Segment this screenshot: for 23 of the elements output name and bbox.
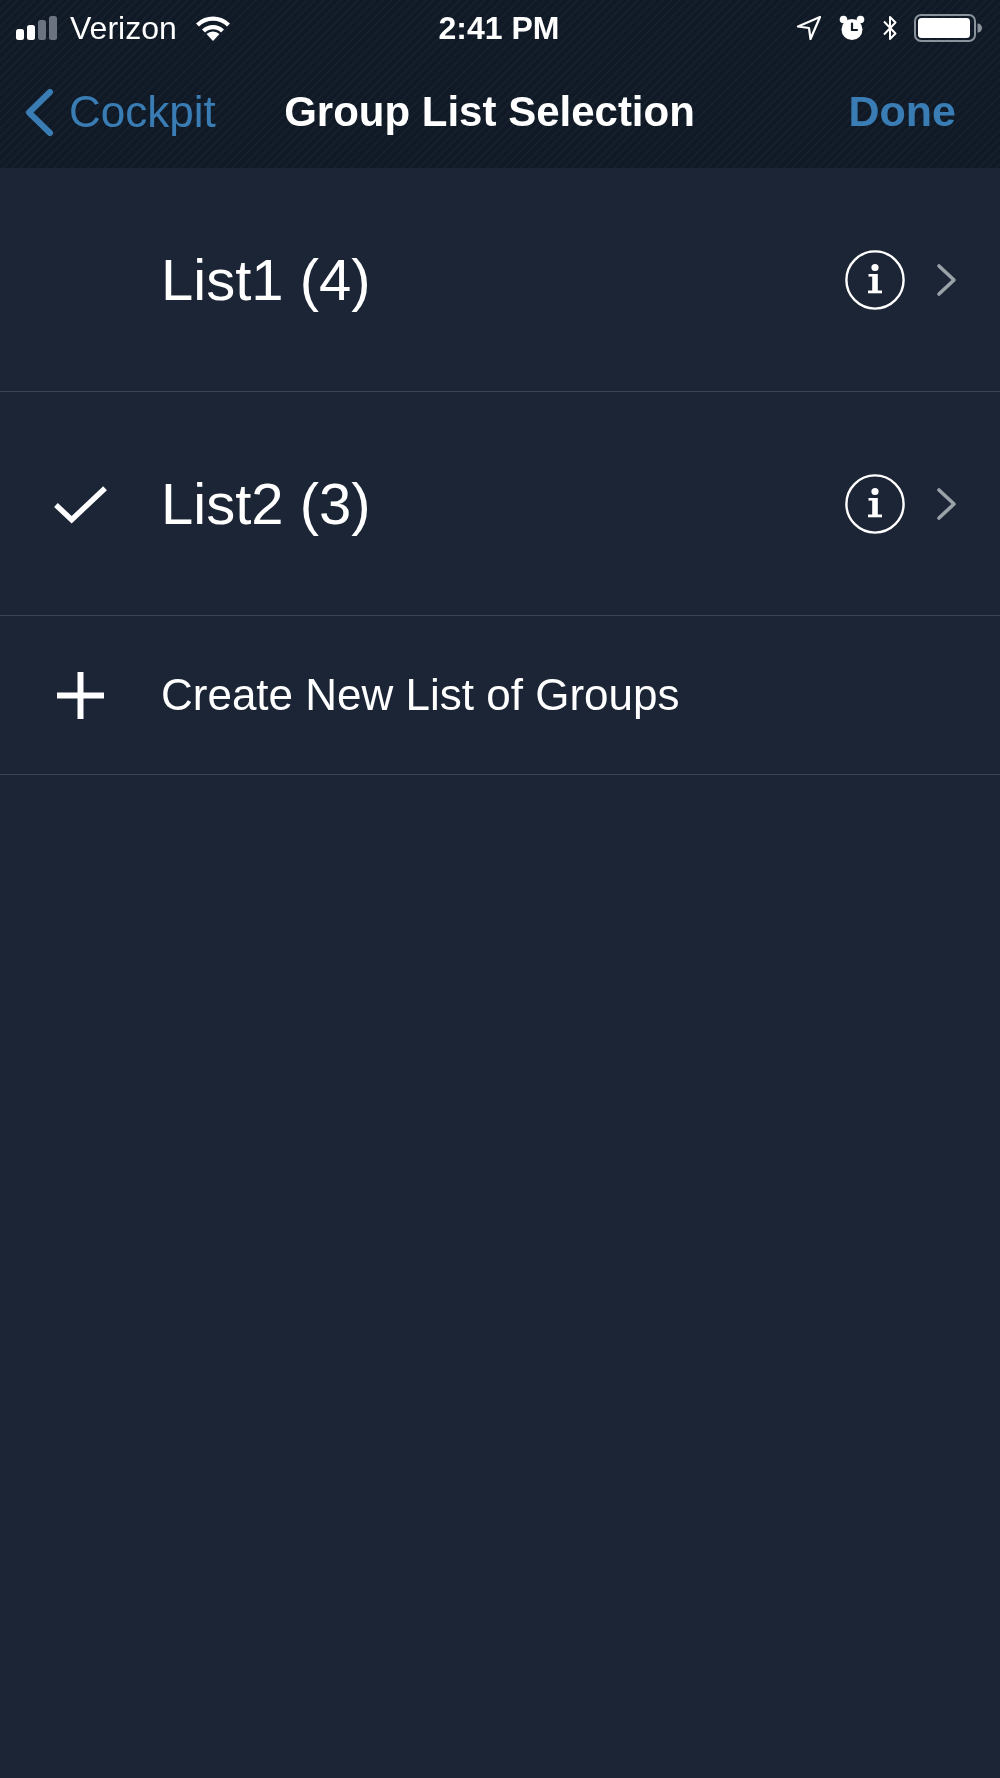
plus-icon bbox=[57, 671, 104, 719]
chevron-right-icon bbox=[936, 486, 958, 521]
wifi-icon bbox=[194, 15, 231, 41]
chevron-right-icon bbox=[936, 262, 958, 297]
create-list-row[interactable]: Create New List of Groups bbox=[0, 616, 1000, 775]
clock-time: 2:41 PM bbox=[438, 12, 560, 44]
info-icon[interactable] bbox=[845, 249, 905, 310]
list-row[interactable]: List1 (4) bbox=[0, 168, 1000, 392]
alarm-clock-icon bbox=[839, 15, 865, 41]
bluetooth-icon bbox=[882, 14, 898, 42]
carrier-name: Verizon bbox=[70, 12, 177, 44]
screen-title: Group List Selection bbox=[284, 87, 695, 137]
back-button[interactable]: Cockpit bbox=[23, 86, 216, 138]
battery-icon bbox=[914, 14, 982, 42]
info-icon[interactable] bbox=[845, 473, 905, 534]
create-list-label: Create New List of Groups bbox=[161, 668, 680, 721]
signal-icon bbox=[16, 16, 59, 40]
location-arrow-icon bbox=[796, 15, 822, 41]
done-button[interactable]: Done bbox=[848, 87, 956, 137]
list-row[interactable]: List2 (3) bbox=[0, 392, 1000, 616]
list-name: List1 (4) bbox=[161, 245, 372, 314]
list-name: List2 (3) bbox=[161, 469, 372, 538]
back-chevron-icon bbox=[23, 88, 54, 136]
